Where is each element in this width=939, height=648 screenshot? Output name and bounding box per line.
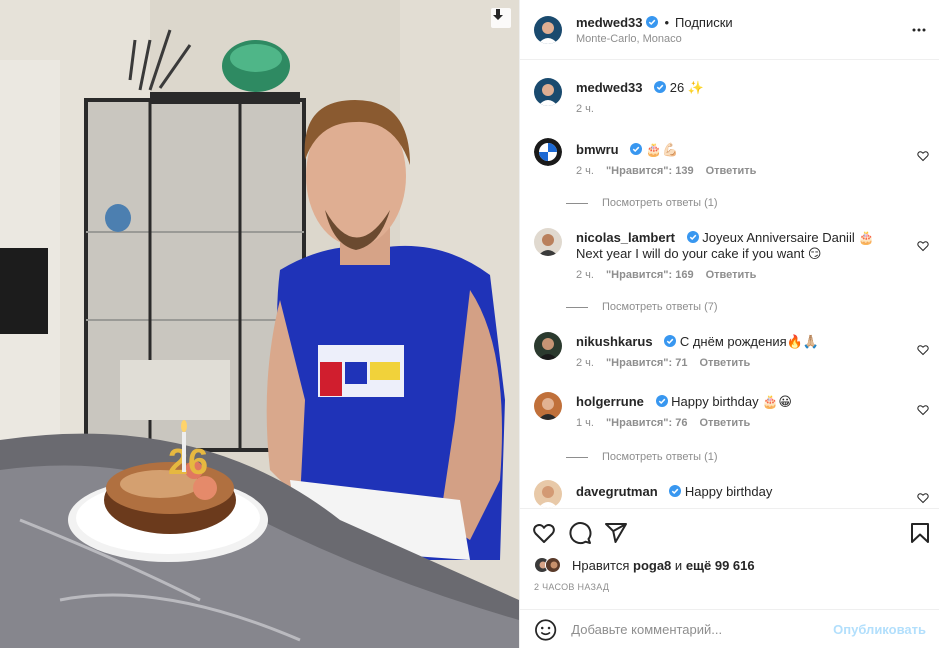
commenter-avatar[interactable] <box>534 392 562 420</box>
comment-like-icon[interactable] <box>917 344 929 356</box>
author-avatar[interactable] <box>534 15 562 44</box>
candle-number: 26 <box>168 441 208 482</box>
comment-input[interactable] <box>571 622 834 637</box>
comment-like-icon[interactable] <box>917 150 929 162</box>
commenter-avatar[interactable] <box>534 480 562 508</box>
comment-likes[interactable]: "Нравится": 169 <box>606 269 694 281</box>
more-options-button[interactable] <box>911 22 927 38</box>
view-replies-button[interactable]: Посмотреть ответы (7) <box>566 301 718 313</box>
caption-text-row: medwed33 26 ✨ <box>576 80 916 96</box>
caption-time: 2 ч. <box>576 103 594 115</box>
likes-summary[interactable]: Нравится poga8 и ещё 99 616 <box>534 557 755 573</box>
comment-like-icon[interactable] <box>917 492 929 504</box>
commenter-avatar[interactable] <box>534 332 562 360</box>
reply-button[interactable]: Ответить <box>706 269 757 281</box>
comments-list[interactable]: medwed33 26 ✨ 2 ч. bmwru 🎂💪🏻 2 ч. "Нрави… <box>520 60 939 508</box>
reply-button[interactable]: Ответить <box>706 165 757 177</box>
add-comment-bar: Опубликовать <box>520 609 939 648</box>
verified-icon <box>664 335 677 347</box>
comment-likes[interactable]: "Нравится": 76 <box>606 417 687 429</box>
post-location[interactable]: Monte-Carlo, Monaco <box>576 33 733 45</box>
liker-username[interactable]: poga8 <box>633 558 671 573</box>
comment-text: Joyeux Anniversaire Daniil 🎂 <box>702 230 875 245</box>
comment-text: Happy birthday 🎂😀 <box>671 394 792 409</box>
verified-icon <box>654 81 667 93</box>
caption-username[interactable]: medwed33 <box>576 80 642 95</box>
comment-likes[interactable]: "Нравится": 139 <box>606 165 694 177</box>
post-timestamp[interactable]: 2 часов назад <box>534 582 609 592</box>
likes-prefix: Нравится <box>572 557 630 573</box>
post-header: medwed33 • Подписки Monte-Carlo, Monaco <box>520 0 939 60</box>
share-icon[interactable] <box>604 521 628 545</box>
comment-like-icon[interactable] <box>917 404 929 416</box>
view-replies-button[interactable]: Посмотреть ответы (1) <box>566 451 718 463</box>
heart-icon[interactable] <box>532 521 556 545</box>
likes-middle: и <box>674 557 683 573</box>
download-icon <box>493 9 503 20</box>
view-replies-button[interactable]: Посмотреть ответы (1) <box>566 197 718 209</box>
commenter-username[interactable]: davegrutman <box>576 484 658 499</box>
comment-like-icon[interactable] <box>917 240 929 252</box>
comment-text: Happy birthday <box>684 484 773 499</box>
following-button[interactable]: Подписки <box>675 15 733 30</box>
verified-icon <box>630 143 643 155</box>
birthday-photo-illustration: 26 <box>0 0 519 648</box>
bookmark-icon[interactable] <box>908 521 932 545</box>
more-icon <box>912 28 926 32</box>
bmw-logo-icon <box>534 138 562 166</box>
commenter-avatar[interactable] <box>534 228 562 256</box>
caption-avatar[interactable] <box>534 78 562 106</box>
comment-time: 2 ч. <box>576 269 594 281</box>
likes-count[interactable]: ещё 99 616 <box>686 558 755 573</box>
post-actions: Нравится poga8 и ещё 99 616 2 часов наза… <box>520 508 939 648</box>
publish-button[interactable]: Опубликовать <box>833 622 926 637</box>
liker-avatars <box>534 557 566 573</box>
comment-item: nikushkarus С днём рождения🔥🙏🏼 2 ч. "Нра… <box>534 332 929 382</box>
post-photo[interactable]: 26 <box>0 0 519 648</box>
author-username[interactable]: medwed33 <box>576 15 642 30</box>
separator-dot: • <box>664 14 670 30</box>
download-button[interactable] <box>491 8 511 28</box>
comment-item: davegrutman Happy birthday <box>534 480 929 508</box>
comment-text: С днём рождения🔥🙏🏼 <box>679 334 820 349</box>
comment-text-line2: Next year I will do your cake if you wan… <box>576 246 822 261</box>
commenter-username[interactable]: holgerrune <box>576 394 644 409</box>
commenter-username[interactable]: bmwru <box>576 142 619 157</box>
comment-time: 2 ч. <box>576 165 594 177</box>
post-side-panel: medwed33 • Подписки Monte-Carlo, Monaco <box>519 0 939 648</box>
comment-text: 🎂💪🏻 <box>645 142 679 157</box>
verified-icon <box>669 485 682 497</box>
comment-time: 2 ч. <box>576 357 594 369</box>
commenter-avatar[interactable] <box>534 138 562 166</box>
reply-button[interactable]: Ответить <box>699 357 750 369</box>
verified-icon <box>686 231 699 243</box>
caption-text: 26 ✨ <box>669 80 704 95</box>
emoji-icon[interactable] <box>534 618 557 642</box>
comment-item: holgerrune Happy birthday 🎂😀 1 ч. "Нрави… <box>534 392 929 442</box>
comment-time: 1 ч. <box>576 417 594 429</box>
verified-icon <box>646 16 659 28</box>
commenter-username[interactable]: nikushkarus <box>576 334 653 349</box>
commenter-username[interactable]: nicolas_lambert <box>576 230 675 245</box>
verified-icon <box>655 395 668 407</box>
comment-likes[interactable]: "Нравится": 71 <box>606 357 687 369</box>
reply-button[interactable]: Ответить <box>699 417 750 429</box>
post-caption: medwed33 26 ✨ 2 ч. <box>534 78 929 128</box>
comment-icon[interactable] <box>568 521 592 545</box>
